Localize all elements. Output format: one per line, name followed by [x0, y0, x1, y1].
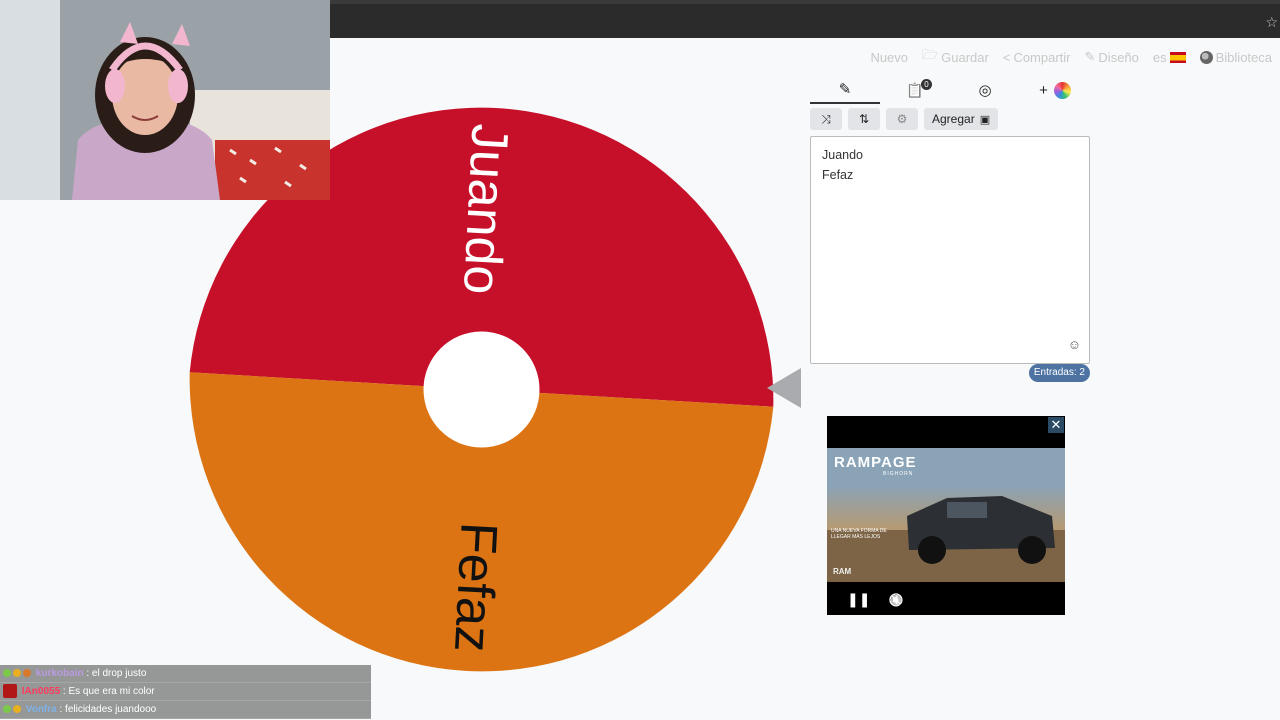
webcam-feed	[0, 0, 330, 200]
star-icon[interactable]: ☆	[1265, 14, 1278, 31]
wheel-center-hub[interactable]	[423, 331, 540, 448]
chat-username: kurkobain	[35, 668, 84, 679]
chat-message: IAn0055 : Es que era mi color	[0, 683, 371, 701]
chat-text: : Es que era mi color	[62, 686, 155, 697]
panel-tabs: ✎ 📋 0 ◎ +	[810, 76, 1090, 104]
entries-count-badge: Entradas: 2	[1028, 364, 1090, 382]
entries-textarea[interactable]: Juando Fefaz ☺	[810, 136, 1090, 364]
chat-badge-icon	[13, 705, 21, 714]
nav-nuevo-label: Nuevo	[870, 49, 909, 65]
add-image-label: Agregar	[932, 112, 975, 126]
webcam-overlay	[0, 0, 330, 200]
save-icon: 🗁	[922, 47, 939, 62]
nav-language-label: es	[1152, 49, 1167, 65]
chat-badge-icon	[13, 669, 21, 678]
wheel-label-juando: Juando	[452, 122, 519, 295]
chat-avatar-icon	[3, 684, 17, 699]
results-count-badge: 0	[921, 79, 932, 90]
shuffle-icon: ⤨	[821, 111, 831, 126]
eye-slash-icon: ◎	[978, 82, 992, 99]
ad-subtitle: BIGHORN	[883, 471, 914, 477]
chat-badge-icon	[23, 669, 31, 678]
nav-biblioteca-label: Biblioteca	[1215, 49, 1272, 65]
video-ad[interactable]: ✕ RAMPAGE BIGHORN UNA NUEVA FORMA DE LLE…	[827, 416, 1065, 615]
nav-compartir[interactable]: < Compartir	[1003, 50, 1071, 65]
entries-toolbar: ⤨ ⇅ ⚙ Agregar ▣	[810, 108, 1090, 130]
plus-icon: +	[1039, 81, 1048, 99]
ad-image[interactable]: RAMPAGE BIGHORN UNA NUEVA FORMA DE LLEGA…	[827, 448, 1065, 582]
browser-top-bar: ☆	[330, 0, 1280, 38]
entry-line: Fefaz	[822, 168, 854, 182]
chat-overlay: kurkobain : el drop justo IAn0055 : Es q…	[0, 665, 371, 719]
wheel-pointer	[767, 368, 801, 408]
tab-customize[interactable]: +	[1020, 76, 1090, 104]
chat-message: kurkobain : el drop justo	[0, 665, 371, 683]
globe-icon	[1199, 50, 1213, 64]
ad-copy: UNA NUEVA FORMA DE LLEGAR MÁS LEJOS	[831, 528, 887, 540]
nav-guardar-label: Guardar	[941, 49, 989, 65]
tab-hide[interactable]: ◎	[950, 76, 1020, 104]
nav-compartir-label: Compartir	[1013, 49, 1071, 65]
close-icon[interactable]: ✕	[1048, 417, 1064, 433]
flag-spain-icon	[1169, 51, 1186, 63]
color-wheel-icon	[1053, 81, 1071, 99]
nav-diseno[interactable]: ✎ Diseño	[1085, 49, 1139, 65]
chat-text: : el drop justo	[86, 668, 147, 679]
nav-language[interactable]: es	[1153, 50, 1186, 65]
entries-panel: ✎ 📋 0 ◎ + ⤨ ⇅ ⚙ Agregar ▣ Juando Fefaz ☺…	[810, 76, 1090, 382]
nav-guardar[interactable]: 🗁 Guardar	[922, 46, 989, 68]
chat-message: Vonfra : felicidades juandooo	[0, 701, 371, 719]
sort-icon: ⇅	[858, 112, 870, 126]
ad-brand: RAM	[833, 567, 852, 576]
mute-icon[interactable]: 🔇	[888, 593, 903, 607]
advanced-settings-button[interactable]: ⚙	[886, 108, 918, 130]
shuffle-button[interactable]: ⤨	[810, 108, 842, 130]
chat-badge-icon	[3, 669, 11, 678]
ad-title: RAMPAGE	[834, 454, 917, 471]
share-icon: <	[1002, 49, 1011, 65]
brush-icon: ✎	[1084, 49, 1096, 64]
nav-biblioteca[interactable]: Biblioteca	[1199, 49, 1272, 65]
chat-badge-icon	[3, 705, 11, 714]
ad-controls: ❚❚ 🔇	[827, 584, 1065, 615]
wheel-label-fefaz: Fefaz	[443, 521, 508, 654]
entry-line: Juando	[822, 148, 864, 162]
tab-results[interactable]: 📋 0	[880, 76, 950, 104]
chat-username: Vonfra	[25, 704, 57, 715]
chat-text: : felicidades juandooo	[59, 704, 157, 715]
image-icon: ▣	[979, 113, 991, 126]
pause-icon[interactable]: ❚❚	[847, 591, 870, 608]
emoji-icon[interactable]: ☺	[1068, 337, 1081, 352]
chat-username: IAn0055	[21, 686, 61, 697]
gear-icon: ⚙	[896, 112, 908, 126]
nav-diseno-label: Diseño	[1098, 49, 1139, 65]
add-image-button[interactable]: Agregar ▣	[924, 108, 999, 130]
navbar: Nuevo 🗁 Guardar < Compartir ✎ Diseño es …	[870, 46, 1272, 68]
pencil-icon: ✎	[838, 81, 852, 98]
tab-edit[interactable]: ✎	[810, 76, 880, 104]
sort-button[interactable]: ⇅	[848, 108, 880, 130]
nav-nuevo[interactable]: Nuevo	[870, 50, 908, 65]
